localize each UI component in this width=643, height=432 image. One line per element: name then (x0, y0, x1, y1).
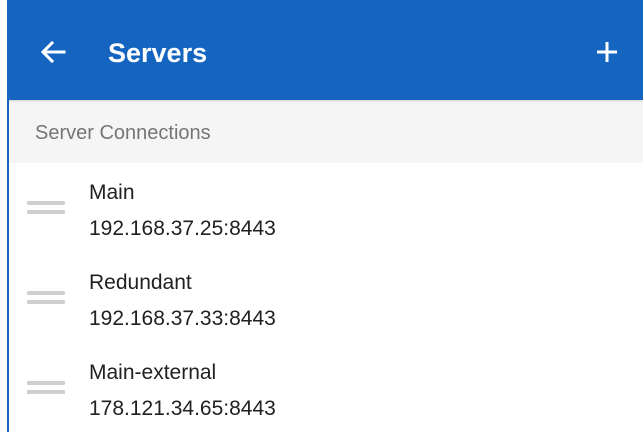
server-name: Redundant (89, 271, 192, 294)
server-name: Main-external (89, 361, 217, 384)
server-item-redundant[interactable]: Redundant 192.168.37.33:8443 (9, 253, 643, 343)
section-header-label: Server Connections (35, 122, 211, 144)
left-window-edge (0, 0, 7, 432)
drag-handle-icon[interactable] (27, 201, 65, 215)
section-header: Server Connections (9, 100, 643, 163)
arrow-left-icon (40, 40, 66, 64)
server-address: 192.168.37.25:8443 (89, 217, 276, 240)
page-title: Servers (108, 38, 208, 68)
server-list: Main 192.168.37.25:8443 Redundant 192.16… (9, 163, 643, 432)
back-button[interactable] (33, 32, 73, 72)
server-address: 192.168.37.33:8443 (89, 307, 276, 330)
plus-icon (597, 42, 617, 62)
drag-handle-icon[interactable] (27, 381, 65, 395)
server-address: 178.121.34.65:8443 (89, 397, 276, 420)
left-edge-divider (7, 100, 9, 432)
app-bar: Servers (7, 0, 643, 100)
drag-handle-icon[interactable] (27, 291, 65, 305)
servers-screen: Servers Server Connections Main 192.168.… (0, 0, 643, 432)
server-name: Main (89, 181, 135, 204)
add-server-button[interactable] (587, 32, 627, 72)
server-item-main[interactable]: Main 192.168.37.25:8443 (9, 163, 643, 253)
server-item-main-external[interactable]: Main-external 178.121.34.65:8443 (9, 343, 643, 432)
